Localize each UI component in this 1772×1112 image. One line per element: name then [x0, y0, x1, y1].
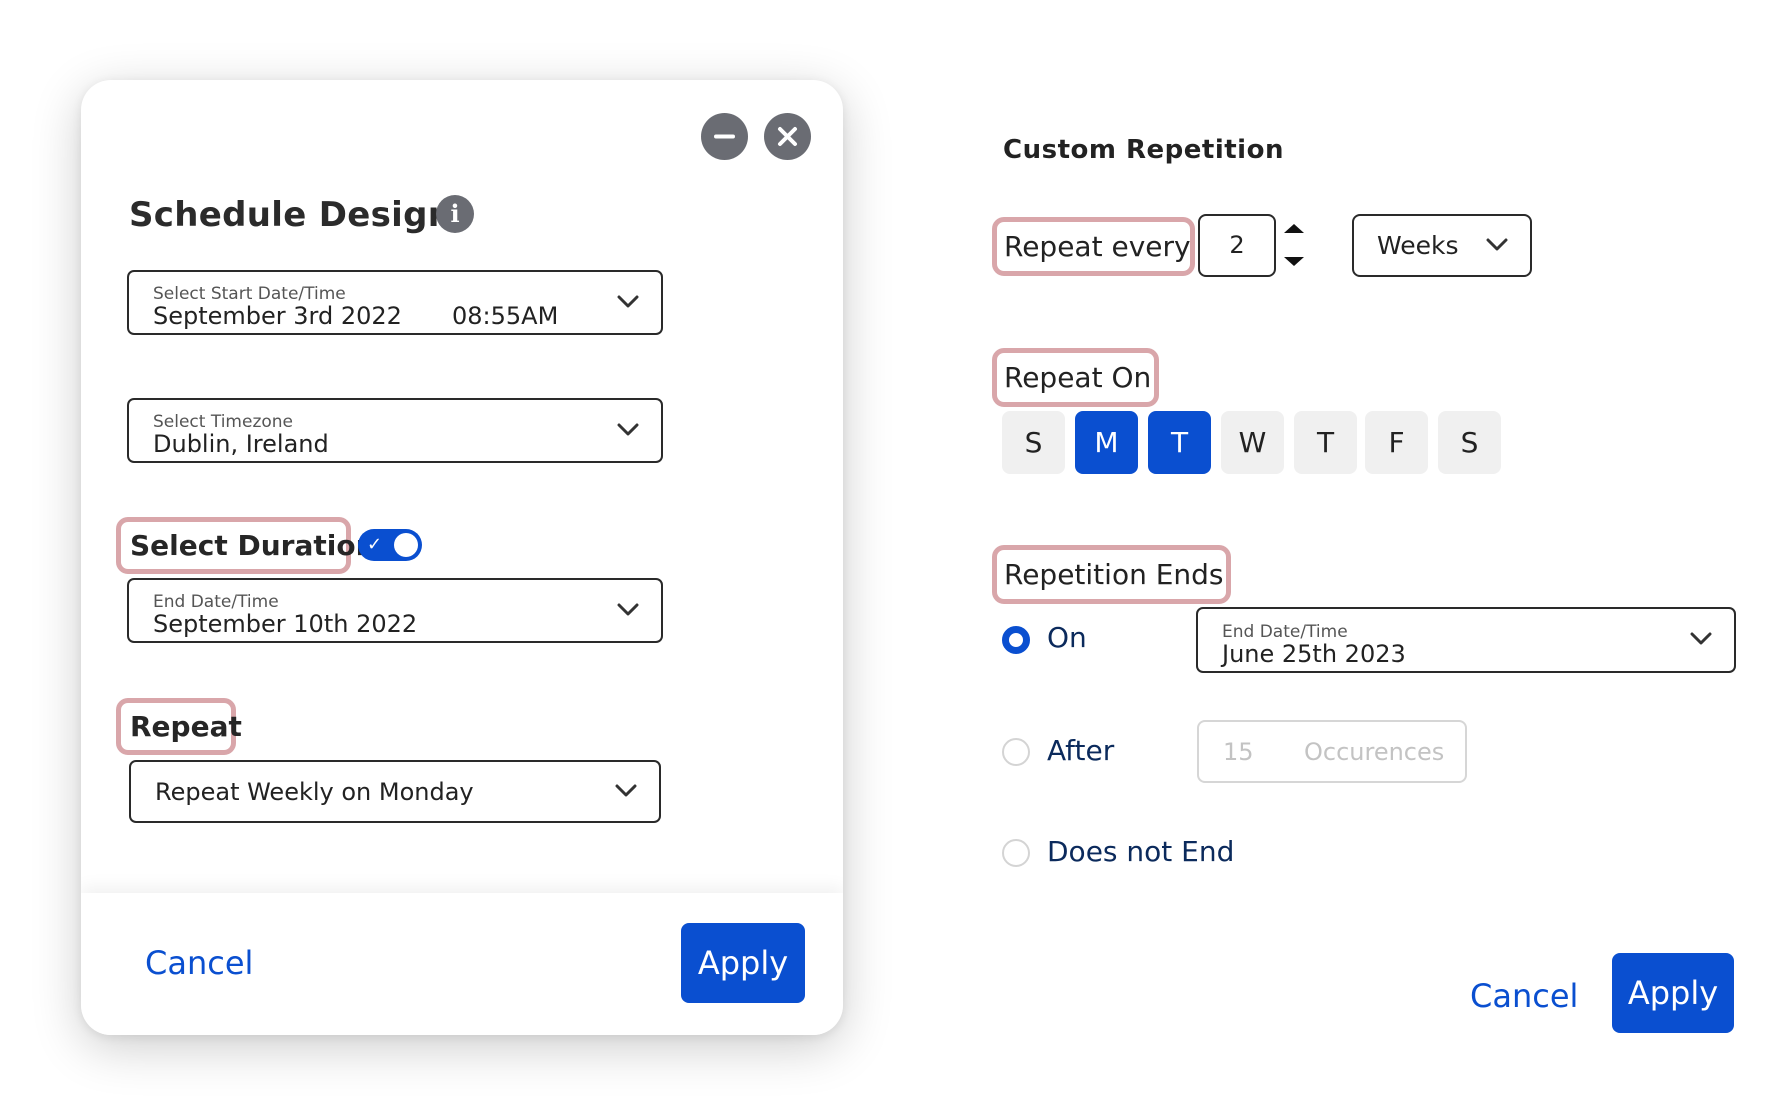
cancel-button[interactable]: Cancel — [145, 947, 253, 979]
day-button-sunday[interactable]: S — [1002, 411, 1065, 474]
chevron-down-icon — [617, 295, 639, 308]
repeat-select[interactable]: Repeat Weekly on Monday — [129, 760, 661, 823]
duration-label: Select Duration — [130, 529, 376, 562]
chevron-down-icon — [615, 784, 637, 797]
day-button-tuesday[interactable]: T — [1148, 411, 1211, 474]
ends-on-date-value: June 25th 2023 — [1222, 640, 1406, 668]
occurrences-unit: Occurences — [1304, 738, 1445, 766]
start-datetime-label: Select Start Date/Time — [153, 284, 346, 304]
chevron-down-icon — [617, 423, 639, 436]
start-date-value: September 3rd 2022 — [153, 302, 402, 330]
stage: Schedule Design i Select Start Date/Time… — [0, 0, 1772, 1112]
timezone-label: Select Timezone — [153, 412, 294, 432]
repeat-unit-select[interactable]: Weeks — [1352, 214, 1532, 277]
timezone-select[interactable]: Select Timezone Dublin, Ireland — [127, 398, 663, 463]
ends-on-radio[interactable] — [1002, 626, 1030, 654]
apply-button[interactable]: Apply — [681, 923, 805, 1003]
close-button[interactable] — [764, 113, 811, 160]
minimize-button[interactable] — [701, 113, 748, 160]
ends-on-label[interactable]: On — [1047, 624, 1087, 652]
modal-title: Schedule Design — [129, 195, 453, 235]
repeat-on-label: Repeat On — [1004, 361, 1152, 394]
ends-after-label[interactable]: After — [1047, 737, 1114, 765]
repeat-every-label: Repeat every — [1004, 230, 1191, 263]
check-icon: ✓ — [367, 534, 383, 555]
repeat-interval-input[interactable]: 2 — [1198, 214, 1276, 277]
does-not-end-radio[interactable] — [1002, 839, 1030, 867]
duration-toggle[interactable]: ✓ — [358, 529, 422, 561]
end-datetime-select[interactable]: End Date/Time September 10th 2022 — [127, 578, 663, 643]
schedule-design-modal: Schedule Design i Select Start Date/Time… — [81, 80, 843, 1035]
end-datetime-value: September 10th 2022 — [153, 610, 418, 638]
timezone-value: Dublin, Ireland — [153, 430, 329, 458]
end-datetime-label: End Date/Time — [153, 592, 279, 612]
start-datetime-select[interactable]: Select Start Date/Time September 3rd 202… — [127, 270, 663, 335]
repetition-cancel-button[interactable]: Cancel — [1470, 980, 1578, 1012]
repeat-value: Repeat Weekly on Monday — [155, 778, 474, 806]
day-button-friday[interactable]: F — [1365, 411, 1428, 474]
occurrences-count: 15 — [1223, 738, 1254, 766]
repetition-ends-label: Repetition Ends — [1004, 558, 1224, 591]
chevron-down-icon — [617, 603, 639, 616]
info-icon[interactable]: i — [436, 195, 474, 233]
stepper-arrows-icon[interactable] — [1282, 222, 1306, 268]
chevron-down-icon — [1486, 238, 1508, 251]
repetition-apply-button[interactable]: Apply — [1612, 953, 1734, 1033]
occurrences-input[interactable]: 15 Occurences — [1197, 720, 1467, 783]
custom-repetition-title: Custom Repetition — [1003, 135, 1284, 165]
start-time-value: 08:55AM — [452, 302, 559, 330]
minus-icon — [714, 134, 735, 139]
day-button-thursday[interactable]: T — [1294, 411, 1357, 474]
repeat-label: Repeat — [130, 710, 242, 743]
chevron-down-icon — [1690, 632, 1712, 645]
day-button-saturday[interactable]: S — [1438, 411, 1501, 474]
close-icon — [778, 127, 797, 146]
modal-footer: Cancel Apply — [81, 893, 843, 1035]
day-button-monday[interactable]: M — [1075, 411, 1138, 474]
day-button-wednesday[interactable]: W — [1221, 411, 1284, 474]
ends-after-radio[interactable] — [1002, 738, 1030, 766]
toggle-knob — [394, 533, 418, 557]
repeat-unit-value: Weeks — [1377, 231, 1459, 260]
does-not-end-label[interactable]: Does not End — [1047, 838, 1234, 866]
ends-on-date-select[interactable]: End Date/Time June 25th 2023 — [1196, 607, 1736, 673]
ends-on-date-label: End Date/Time — [1222, 622, 1348, 642]
